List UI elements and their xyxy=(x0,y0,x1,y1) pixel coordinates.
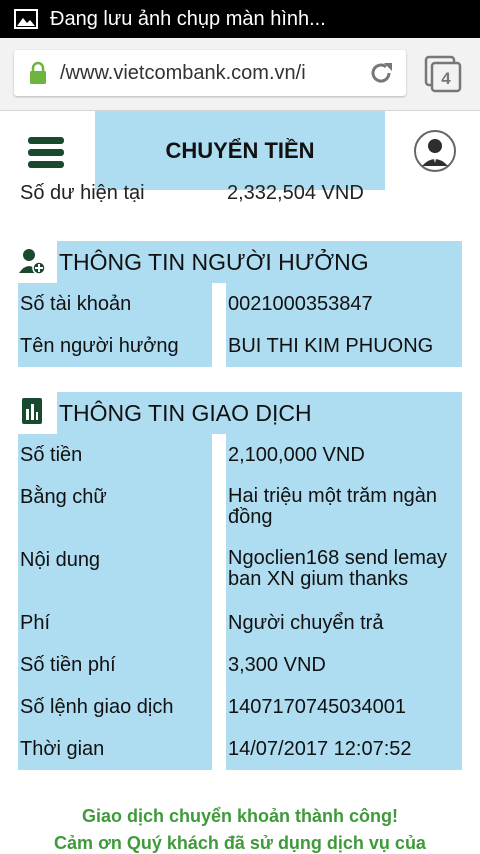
amount-in-words-value: Hai triệu một trăm ngàn đồng xyxy=(226,476,462,538)
hamburger-menu-icon[interactable] xyxy=(28,137,64,168)
url-bar[interactable]: /www.vietcombank.com.vn/i xyxy=(14,50,406,96)
url-text[interactable]: /www.vietcombank.com.vn/i xyxy=(60,61,360,85)
browser-toolbar: /www.vietcombank.com.vn/i 4 xyxy=(0,38,480,111)
success-message: Giao dịch chuyển khoản thành công! xyxy=(81,806,399,826)
balance-label: Số dư hiện tại xyxy=(20,182,145,204)
beneficiary-name-label: Tên người hưởng xyxy=(18,325,212,367)
fee-label: Phí xyxy=(18,602,212,644)
beneficiary-section-title: THÔNG TIN NGƯỜI HƯỞNG xyxy=(57,241,462,283)
transaction-id-label: Số lệnh giao dịch xyxy=(18,686,212,728)
status-notification: Đang lưu ảnh chụp màn hình... xyxy=(50,8,326,30)
content-value: Ngoclien168 send lemay ban XN gium thank… xyxy=(226,538,462,602)
fee-value: Người chuyển trả xyxy=(226,602,462,644)
thank-you-message: Cảm ơn Quý khách đã sử dụng dịch vụ của xyxy=(54,833,426,853)
beneficiary-name-value: BUI THI KIM PHUONG xyxy=(226,325,462,367)
fee-amount-label: Số tiền phí xyxy=(18,644,212,686)
amount-in-words-label: Bằng chữ xyxy=(18,476,212,538)
time-value: 14/07/2017 12:07:52 xyxy=(226,728,462,770)
status-bar: Đang lưu ảnh chụp màn hình... xyxy=(0,0,480,38)
account-number-value: 0021000353847 xyxy=(226,283,462,325)
user-avatar-icon[interactable] xyxy=(413,129,457,173)
fee-amount-value: 3,300 VND xyxy=(226,644,462,686)
amount-value: 2,100,000 VND xyxy=(226,434,462,476)
amount-label: Số tiền xyxy=(18,434,212,476)
balance-value: 2,332,504 VND xyxy=(227,182,364,204)
tab-count: 4 xyxy=(441,69,451,88)
current-balance-row: Số dư hiện tại 2,332,504 VND xyxy=(0,178,480,206)
transaction-section-title: THÔNG TIN GIAO DỊCH xyxy=(57,392,462,434)
lock-icon xyxy=(30,61,46,84)
reload-icon[interactable] xyxy=(368,60,394,86)
tabs-icon[interactable]: 4 xyxy=(424,55,462,93)
transaction-id-value: 1407170745034001 xyxy=(226,686,462,728)
time-label: Thời gian xyxy=(18,728,212,770)
content-label: Nội dung xyxy=(18,538,212,602)
account-number-label: Số tài khoản xyxy=(18,283,212,325)
add-user-icon xyxy=(19,249,46,275)
image-icon xyxy=(14,9,38,29)
receipt-icon xyxy=(22,398,42,424)
